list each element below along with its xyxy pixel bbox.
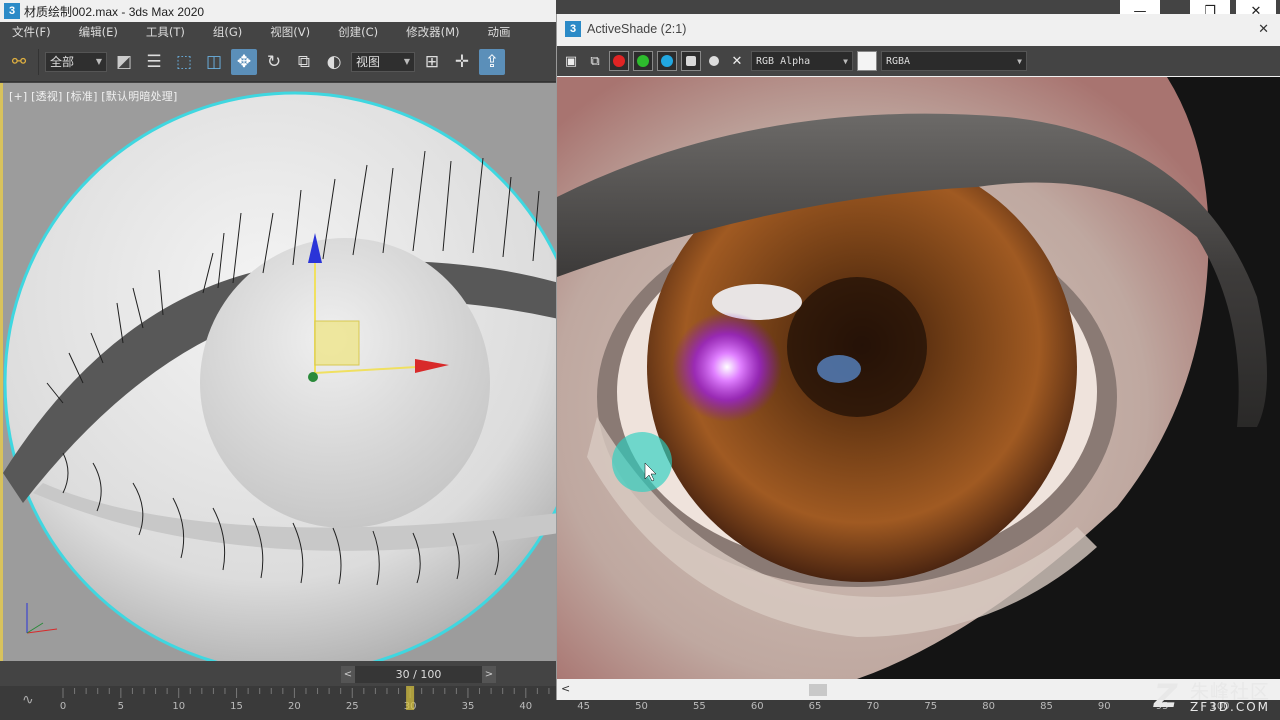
keyboard-shortcut-icon[interactable]: ⇪ xyxy=(479,48,505,75)
timeline-tick-label: 5 xyxy=(118,701,124,712)
app-root: 3 材质绘制002.max - 3ds Max 2020 — ❐ ✕ 文件(F)… xyxy=(0,0,1280,720)
viewport-label[interactable]: [+] [透视] [标准] [默认明暗处理] xyxy=(9,88,177,104)
activeshade-render[interactable] xyxy=(557,77,1280,679)
viewport-scene xyxy=(3,83,556,661)
perspective-viewport[interactable]: [+] [透视] [标准] [默认明暗处理] xyxy=(0,83,556,661)
prev-frame-button[interactable]: < xyxy=(341,666,355,683)
main-toolbar: ⚯ 全部 ▼ ◩ ☰ ⬚ ◫ ✥ ↻ ⧉ ◐ 视图 ▼ ⊞ ✛ ⇪ xyxy=(0,42,556,82)
3dsmax-app-icon: 3 xyxy=(4,3,20,19)
select-manipulate-icon[interactable]: ✛ xyxy=(449,49,475,75)
rotate-icon[interactable]: ↻ xyxy=(261,49,287,75)
menu-views[interactable]: 视图(V) xyxy=(256,24,324,40)
menu-file[interactable]: 文件(F) xyxy=(0,24,65,40)
red-channel-icon xyxy=(613,55,625,67)
timeline-tick-label: 45 xyxy=(577,701,590,712)
inner-sphere xyxy=(200,238,490,528)
render-mode-value: RGBA xyxy=(886,55,911,67)
mono-channel-icon xyxy=(686,56,696,66)
background-color-swatch[interactable] xyxy=(857,51,877,71)
save-image-icon[interactable]: ▣ xyxy=(561,51,581,71)
timeline-tick-label: 70 xyxy=(867,701,880,712)
main-window-title: 材质绘制002.max - 3ds Max 2020 xyxy=(24,4,205,19)
timeline-tick-label: 15 xyxy=(230,701,243,712)
reference-coord-dropdown[interactable]: 视图 ▼ xyxy=(351,51,415,72)
time-bar: < 30 / 100 > xyxy=(0,662,556,686)
timeline-tick-label: 90 xyxy=(1098,701,1111,712)
red-channel-toggle[interactable] xyxy=(609,51,629,71)
timeline-tick-label: 50 xyxy=(635,701,648,712)
timeline-tick-label: 80 xyxy=(982,701,995,712)
menu-create[interactable]: 创建(C) xyxy=(324,24,392,40)
mono-channel-toggle[interactable] xyxy=(681,51,701,71)
clear-icon[interactable]: ✕ xyxy=(727,51,747,71)
menu-modifiers[interactable]: 修改器(M) xyxy=(392,24,473,40)
display-alpha-dot-icon[interactable] xyxy=(709,56,719,66)
menu-animation[interactable]: 动画 xyxy=(474,24,525,40)
3dsmax-app-icon: 3 xyxy=(565,21,581,37)
chevron-down-icon: ▼ xyxy=(95,57,102,66)
reference-coord-value: 视图 xyxy=(356,55,381,69)
blue-reflection xyxy=(817,355,861,383)
gizmo-y-handle[interactable] xyxy=(308,372,318,382)
link-icon[interactable]: ⚯ xyxy=(6,49,32,75)
watermark: Z 朱峰社区 ZF3D.COM xyxy=(1154,677,1270,715)
time-slider-display[interactable]: 30 / 100 xyxy=(355,666,482,683)
watermark-logo: Z xyxy=(1153,677,1178,715)
menu-tools[interactable]: 工具(T) xyxy=(132,24,199,40)
toolbar-divider xyxy=(38,48,39,75)
blue-channel-icon xyxy=(661,55,673,67)
scroll-left-icon[interactable]: < xyxy=(561,682,570,695)
render-mode-dropdown[interactable]: RGBA ▼ xyxy=(881,51,1027,71)
timeline-tick-label: 35 xyxy=(462,701,475,712)
menu-bar: 文件(F) 编辑(E) 工具(T) 组(G) 视图(V) 创建(C) 修改器(M… xyxy=(0,22,556,42)
timeline-tick-label: 25 xyxy=(346,701,359,712)
green-channel-icon xyxy=(637,55,649,67)
pupil xyxy=(787,277,927,417)
brush-cursor[interactable] xyxy=(612,432,672,492)
window-crossing-icon[interactable]: ◫ xyxy=(201,49,227,75)
select-object-icon[interactable]: ◩ xyxy=(111,49,137,75)
time-slider[interactable]: < 30 / 100 > xyxy=(341,666,496,683)
light-glow xyxy=(672,312,782,422)
timeline-tick-label: 20 xyxy=(288,701,301,712)
timeline-tick-label: 60 xyxy=(751,701,764,712)
blue-channel-toggle[interactable] xyxy=(657,51,677,71)
activeshade-window: 3 ActiveShade (2:1) ✕ ▣ ⧉ ✕ RGB Alpha ▼ … xyxy=(556,14,1280,700)
scale-icon[interactable]: ⧉ xyxy=(291,49,317,75)
rendered-eye-image xyxy=(557,77,1280,679)
activeshade-title: ActiveShade (2:1) xyxy=(587,22,687,36)
activeshade-toolbar: ▣ ⧉ ✕ RGB Alpha ▼ RGBA ▼ xyxy=(557,46,1280,76)
next-frame-button[interactable]: > xyxy=(482,666,496,683)
move-icon[interactable]: ✥ xyxy=(231,48,257,75)
pivot-center-icon[interactable]: ⊞ xyxy=(419,49,445,75)
rect-selection-icon[interactable]: ⬚ xyxy=(171,49,197,75)
timeline-tick-label: 10 xyxy=(172,701,185,712)
scroll-thumb[interactable] xyxy=(809,684,827,696)
watermark-text-en: ZF3D.COM xyxy=(1190,700,1270,714)
chevron-down-icon: ▼ xyxy=(403,57,410,66)
selection-filter-value: 全部 xyxy=(50,55,75,69)
activeshade-close-icon[interactable]: ✕ xyxy=(1258,22,1269,37)
timeline-tick-label: 0 xyxy=(60,701,66,712)
clone-window-icon[interactable]: ⧉ xyxy=(585,51,605,71)
selection-filter-dropdown[interactable]: 全部 ▼ xyxy=(45,51,107,72)
channel-display-value: RGB Alpha xyxy=(756,55,811,67)
place-icon[interactable]: ◐ xyxy=(321,49,347,75)
chevron-down-icon: ▼ xyxy=(1017,56,1022,66)
select-by-name-icon[interactable]: ☰ xyxy=(141,49,167,75)
menu-edit[interactable]: 编辑(E) xyxy=(65,24,132,40)
main-titlebar: 3 材质绘制002.max - 3ds Max 2020 xyxy=(0,0,556,22)
timeline-tick-label: 65 xyxy=(809,701,822,712)
timeline-tick-label: 85 xyxy=(1040,701,1053,712)
gizmo-xy-plane[interactable] xyxy=(314,320,360,366)
channel-display-dropdown[interactable]: RGB Alpha ▼ xyxy=(751,51,853,71)
timeline-tick-label: 40 xyxy=(519,701,532,712)
menu-group[interactable]: 组(G) xyxy=(199,24,256,40)
timeline-tick-label: 75 xyxy=(924,701,937,712)
activeshade-titlebar: 3 ActiveShade (2:1) ✕ xyxy=(557,14,1280,44)
timeline-tick-label: 55 xyxy=(693,701,706,712)
current-frame-marker[interactable] xyxy=(406,686,415,710)
green-channel-toggle[interactable] xyxy=(633,51,653,71)
chevron-down-icon: ▼ xyxy=(843,56,848,66)
